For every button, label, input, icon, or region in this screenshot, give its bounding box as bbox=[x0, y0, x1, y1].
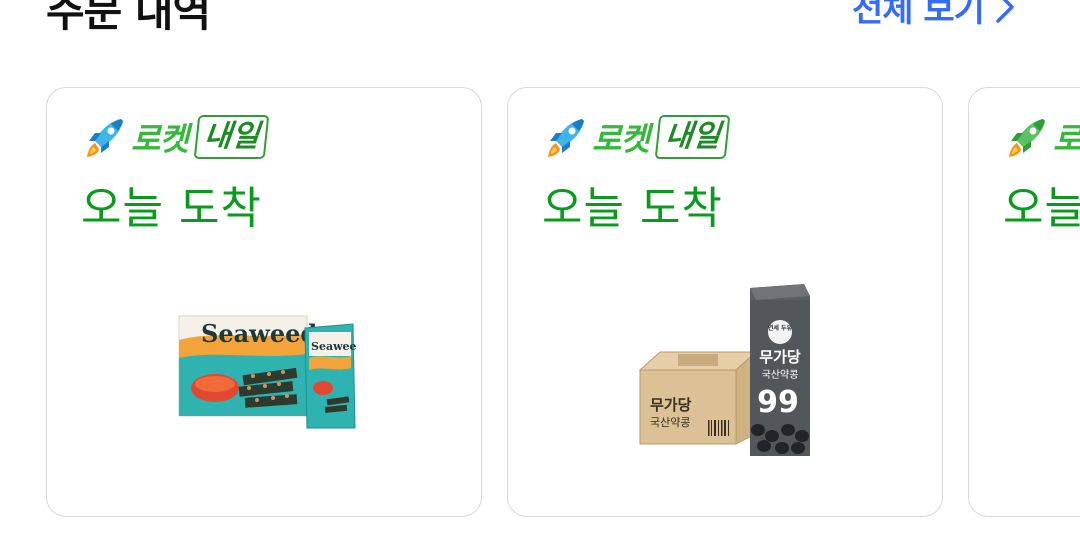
box-sub: 국산약콩 bbox=[650, 415, 690, 429]
rocket-delivery-badge: 로켓 내일 bbox=[542, 114, 731, 160]
order-card[interactable]: 로켓 내일 오늘 도착 Seaweed Seawee bbox=[46, 87, 482, 517]
box-name: 무가당 bbox=[650, 396, 692, 414]
svg-text:Seaweed: Seaweed bbox=[311, 340, 357, 353]
rocket-icon bbox=[1009, 119, 1045, 157]
rocket-label: 로켓 bbox=[1053, 120, 1080, 158]
rocket-icon bbox=[548, 119, 584, 157]
svg-text:Seaweed: Seaweed bbox=[201, 319, 317, 348]
arrival-text: 오늘 도착 bbox=[81, 183, 262, 234]
rocket-icon bbox=[87, 119, 123, 157]
rocket-delivery-badge: 로켓 bbox=[1003, 114, 1080, 160]
chevron-right-icon bbox=[996, 0, 1014, 23]
rocket-delivery-badge: 로켓 내일 bbox=[81, 114, 270, 160]
product-image-soy-milk: 무가당 국산약콩 연세 두유 무가당 국산약콩 99 bbox=[638, 284, 810, 456]
order-card[interactable]: 로켓 내일 오늘 도착 무가당 국산약콩 연세 두유 무가당 국산약콩 99 bbox=[507, 87, 943, 517]
rocket-label: 로켓 bbox=[592, 120, 650, 158]
section-title: 주문 내역 bbox=[46, 0, 211, 36]
see-all-link[interactable]: 전체 보기 bbox=[852, 0, 1016, 31]
product-image-seaweed-nuts: Seaweed Seaweed bbox=[178, 315, 357, 429]
carton-brand: 연세 두유 bbox=[768, 324, 793, 332]
rocket-label: 로켓 bbox=[131, 120, 189, 158]
carton-sub: 국산약콩 bbox=[762, 369, 799, 381]
tomorrow-label: 내일 bbox=[654, 115, 731, 159]
carton-name: 무가당 bbox=[759, 348, 801, 366]
order-history-section: 주문 내역 전체 보기 로켓 내일 오늘 도착 Seaweed Seawee 로… bbox=[0, 0, 1080, 548]
arrival-text: 오늘 도착 bbox=[542, 183, 723, 234]
arrival-text: 오늘 도착 bbox=[1003, 183, 1080, 234]
carton-percent: 99 bbox=[757, 385, 799, 420]
tomorrow-label: 내일 bbox=[193, 115, 270, 159]
see-all-label: 전체 보기 bbox=[852, 0, 985, 30]
order-card[interactable]: 로켓 오늘 도착 bbox=[968, 87, 1080, 517]
